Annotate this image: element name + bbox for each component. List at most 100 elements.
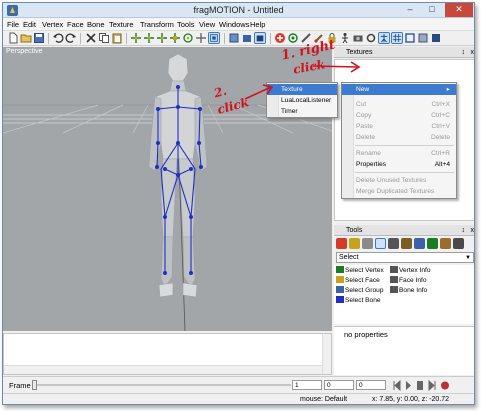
- menu-texture[interactable]: Texture: [109, 20, 134, 29]
- maximize-button[interactable]: □: [421, 3, 443, 17]
- end-frame-field[interactable]: 0: [356, 380, 386, 390]
- toolbar-separator: [126, 33, 127, 44]
- pin-icon[interactable]: ↕: [462, 47, 466, 58]
- menu-separator: [355, 145, 454, 146]
- figure-tool-icon[interactable]: [375, 238, 386, 249]
- menu-bar: File Edit Vertex Face Bone Texture Trans…: [3, 18, 474, 31]
- start-frame-field[interactable]: 0: [324, 380, 354, 390]
- menu-face[interactable]: Face: [67, 20, 84, 29]
- wireframe-view-icon[interactable]: [404, 32, 416, 44]
- bone-tool-icon[interactable]: [388, 238, 399, 249]
- menu-help[interactable]: Help: [250, 20, 265, 29]
- rotate-icon[interactable]: [182, 32, 194, 44]
- select-mode-icon[interactable]: [208, 32, 220, 44]
- tool-face-info[interactable]: Face Info: [390, 276, 427, 284]
- tool-select-vertex[interactable]: Select Vertex: [336, 266, 384, 274]
- settings-icon[interactable]: [365, 32, 377, 44]
- close-icon[interactable]: x: [471, 225, 475, 236]
- green-tool-icon[interactable]: [427, 238, 438, 249]
- scale-icon[interactable]: [169, 32, 181, 44]
- menu-item-merge-duplicated[interactable]: Merge Duplicated Textures: [342, 186, 456, 197]
- annotation-arrows: [244, 61, 361, 100]
- horizontal-scrollbar[interactable]: [4, 365, 331, 374]
- move-x-icon[interactable]: [130, 32, 142, 44]
- menu-item-delete-unused[interactable]: Delete Unused Textures: [342, 175, 456, 186]
- frame-slider-track[interactable]: [33, 384, 291, 386]
- menu-bone[interactable]: Bone: [87, 20, 105, 29]
- tool-label: Select Vertex: [345, 267, 384, 274]
- undo-icon[interactable]: [52, 32, 64, 44]
- menu-item-paste[interactable]: Paste Ctrl+V: [342, 121, 456, 132]
- menu-edit[interactable]: Edit: [23, 20, 36, 29]
- blue-tool-icon[interactable]: [414, 238, 425, 249]
- properties-text: no properties: [344, 330, 388, 339]
- grid-view-icon[interactable]: [391, 32, 403, 44]
- texture-view-icon[interactable]: [417, 32, 429, 44]
- menu-view[interactable]: View: [199, 20, 215, 29]
- model-mode-icon[interactable]: [254, 32, 266, 44]
- yellow-tool-icon[interactable]: [349, 238, 360, 249]
- save-icon[interactable]: [33, 32, 45, 44]
- tool-bone-info[interactable]: Bone Info: [390, 286, 427, 294]
- close-button[interactable]: ✕: [445, 3, 473, 17]
- skeleton-view-icon[interactable]: [378, 32, 390, 44]
- menu-tools[interactable]: Tools: [177, 20, 195, 29]
- grey-tool-icon[interactable]: [362, 238, 373, 249]
- menu-item-label: Paste: [356, 123, 373, 130]
- add-icon[interactable]: [274, 32, 286, 44]
- brown-tool-icon[interactable]: [440, 238, 451, 249]
- new-file-icon[interactable]: [7, 32, 19, 44]
- figure-icon[interactable]: [339, 32, 351, 44]
- vertex-mode-icon[interactable]: [228, 32, 240, 44]
- menu-item-shortcut: Ctrl+V: [431, 123, 450, 130]
- output-panel[interactable]: [3, 333, 332, 375]
- tool-vertex-info[interactable]: Vertex Info: [390, 266, 431, 274]
- camera-icon[interactable]: [352, 32, 364, 44]
- tool-label: Vertex Info: [399, 267, 431, 274]
- menu-item-copy[interactable]: Copy Ctrl+C: [342, 110, 456, 121]
- menu-windows[interactable]: Windows: [219, 20, 249, 29]
- redo-icon[interactable]: [65, 32, 77, 44]
- copy-icon[interactable]: [98, 32, 110, 44]
- group-select-icon: [336, 286, 344, 293]
- tool-label: Select Face: [345, 277, 380, 284]
- dark-tool-icon[interactable]: [453, 238, 464, 249]
- tool-select-group[interactable]: Select Group: [336, 286, 383, 294]
- frame-slider-thumb[interactable]: [32, 380, 37, 390]
- move-y-icon[interactable]: [143, 32, 155, 44]
- menu-item-delete[interactable]: Delete Delete: [342, 132, 456, 143]
- tool-select-bone[interactable]: Select Bone: [336, 296, 381, 304]
- tool-select-face[interactable]: Select Face: [336, 276, 380, 284]
- title-bar: fragMOTION - Untitled – □ ✕: [3, 3, 474, 18]
- face-info-icon: [390, 276, 398, 283]
- joint-icon[interactable]: [287, 32, 299, 44]
- menu-file[interactable]: File: [7, 20, 19, 29]
- paste-icon[interactable]: [111, 32, 123, 44]
- vertical-scrollbar[interactable]: [322, 334, 331, 374]
- minimize-button[interactable]: –: [399, 3, 421, 17]
- hammer-tool-icon[interactable]: [401, 238, 412, 249]
- menu-vertex[interactable]: Vertex: [42, 20, 63, 29]
- tool-list: Select Vertex Vertex Info Select Face Fa…: [334, 265, 474, 324]
- delete-icon[interactable]: [85, 32, 97, 44]
- toolbar-separator: [224, 33, 225, 44]
- menu-item-properties[interactable]: Properties Alt+4: [342, 159, 456, 170]
- transform-icon[interactable]: [195, 32, 207, 44]
- red-tool-icon[interactable]: [336, 238, 347, 249]
- face-mode-icon[interactable]: [241, 32, 253, 44]
- open-folder-icon[interactable]: [20, 32, 32, 44]
- menu-item-shortcut: Delete: [430, 134, 450, 141]
- toolbar-separator: [48, 33, 49, 44]
- current-frame-field[interactable]: 1: [292, 380, 322, 390]
- close-icon[interactable]: x: [471, 47, 475, 58]
- menu-item-label: Delete Unused Textures: [356, 177, 427, 184]
- menu-transform[interactable]: Transform: [140, 20, 174, 29]
- shaded-view-icon[interactable]: [430, 32, 442, 44]
- menu-item-rename[interactable]: Rename Ctrl+R: [342, 148, 456, 159]
- menu-item-label: Delete: [356, 134, 376, 141]
- textures-panel-header: Textures ↕ x: [334, 47, 475, 58]
- playback-controls[interactable]: [392, 380, 452, 391]
- tool-category-select[interactable]: Select ▼: [336, 252, 474, 263]
- move-z-icon[interactable]: [156, 32, 168, 44]
- pin-icon[interactable]: ↕: [462, 225, 466, 236]
